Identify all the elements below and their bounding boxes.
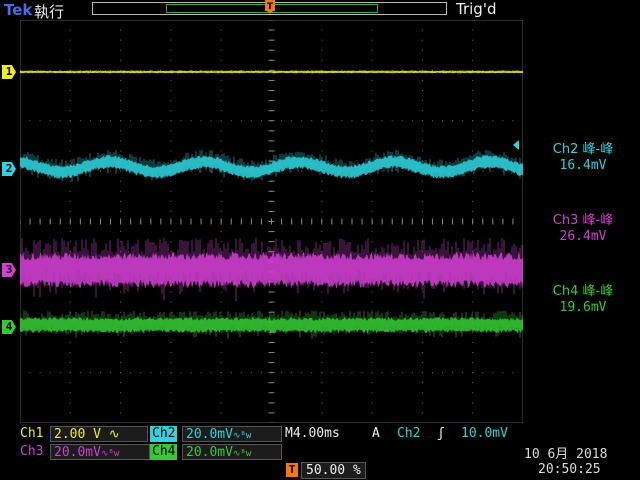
ch2-scale-value: 20.0mV <box>186 427 233 442</box>
ac-coupling-icon: ∿ <box>108 427 120 442</box>
trigger-position-icon: T <box>286 463 298 477</box>
time-label: 20:50:25 <box>538 462 601 477</box>
ch1-scale[interactable]: 2.00 V ∿ <box>50 426 148 442</box>
trigger-status-label: Trig'd <box>456 0 497 18</box>
trigger-position-icon: T <box>265 0 275 14</box>
measurement-value: 16.4mV <box>559 158 607 173</box>
measurement-value: 26.4mV <box>559 229 607 244</box>
measurement-ch2-pk2pk: Ch2 峰-峰 16.4mV <box>526 142 640 174</box>
timebase-readout[interactable]: M4.00ms <box>285 426 340 442</box>
svg-text:T: T <box>267 2 274 12</box>
ch2-ground-marker[interactable]: 2 <box>2 162 16 176</box>
measurement-ch3-pk2pk: Ch3 峰-峰 26.4mV <box>526 213 640 245</box>
ch4-ground-marker[interactable]: 4 <box>2 320 16 334</box>
top-status-bar: Tek 執行 T Trig'd <box>0 0 640 21</box>
brand-logo: Tek <box>4 1 33 19</box>
ch3-scale[interactable]: 20.0mV∿ᴮw <box>50 444 150 460</box>
measurement-label: Ch4 峰-峰 <box>552 284 614 299</box>
trigger-level[interactable]: 10.0mV <box>461 426 508 442</box>
measurement-label: Ch2 峰-峰 <box>552 142 614 157</box>
ch1-ground-marker[interactable]: 1 <box>2 65 16 79</box>
bw-limit-icon: ∿ᴮw <box>232 449 252 459</box>
waveform-display[interactable] <box>20 20 523 423</box>
measurement-value: 19.6mV <box>559 300 607 315</box>
date-label: 10 6月 2018 <box>524 447 608 462</box>
trigger-channel[interactable]: Ch2 <box>397 426 420 442</box>
measurement-label: Ch3 峰-峰 <box>552 213 614 228</box>
ch1-label[interactable]: Ch1 <box>18 426 45 442</box>
measurement-ch4-pk2pk: Ch4 峰-峰 19.6mV <box>526 284 640 316</box>
ch4-label[interactable]: Ch4 <box>150 444 178 460</box>
bw-limit-icon: ∿ᴮw <box>100 449 120 459</box>
ch4-scale-value: 20.0mV <box>186 445 233 460</box>
trigger-source-label: A <box>372 426 380 441</box>
ch1-scale-value: 2.00 V <box>54 427 101 442</box>
bw-limit-icon: ∿ᴮw <box>232 431 252 441</box>
ch3-ground-marker[interactable]: 3 <box>2 263 16 277</box>
ch4-scale[interactable]: 20.0mV∿ᴮw <box>182 444 282 460</box>
ch2-scale[interactable]: 20.0mV∿ᴮw <box>182 426 282 442</box>
trigger-level-icon[interactable] <box>511 139 521 151</box>
trigger-position-percent[interactable]: 50.00 % <box>301 462 366 479</box>
ch3-scale-value: 20.0mV <box>54 445 101 460</box>
ch3-label[interactable]: Ch3 <box>18 444 45 460</box>
rising-edge-icon: ʃ <box>437 426 445 441</box>
ch2-label[interactable]: Ch2 <box>150 426 178 442</box>
run-state-label: 執行 <box>34 3 65 21</box>
datetime-readout: 10 6月 2018 20:50:25 <box>524 447 607 477</box>
